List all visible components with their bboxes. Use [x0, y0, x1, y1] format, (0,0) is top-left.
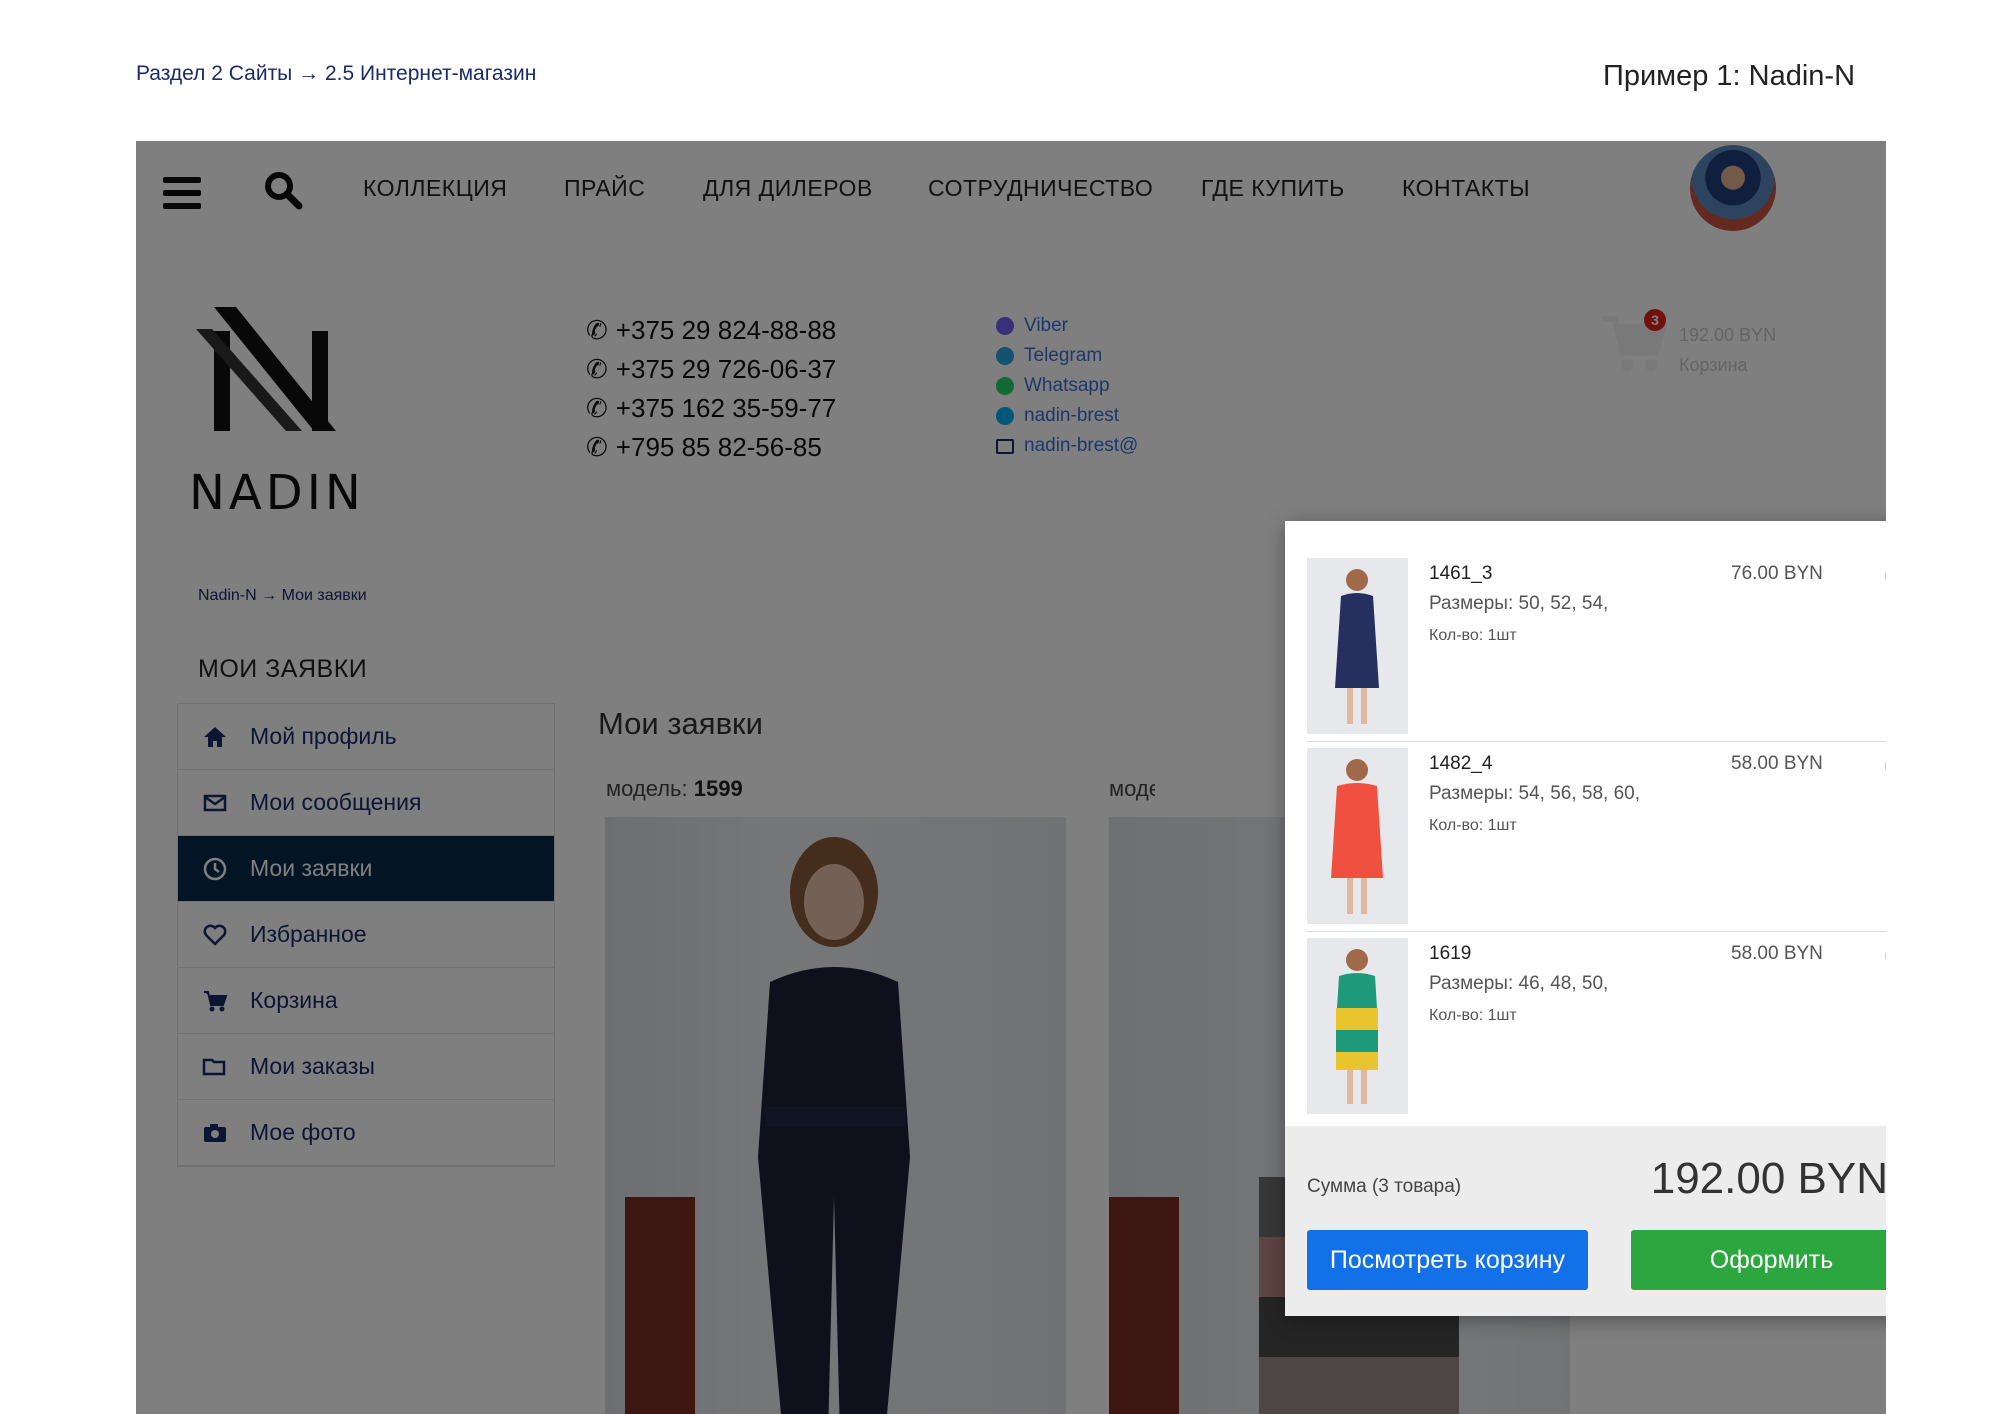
cart-dropdown: 1461_3 Размеры: 50, 52, 54, Кол-во: 1шт … [1285, 521, 1886, 1316]
product-thumbnail[interactable] [1307, 938, 1408, 1114]
cart-item-quantity: Кол-во: 1шт [1429, 817, 1517, 834]
cart-item-quantity: Кол-во: 1шт [1429, 1007, 1517, 1024]
cart-item-sizes: Размеры: 54, 56, 58, 60, [1429, 783, 1641, 804]
checkout-button[interactable]: Оформить [1631, 1230, 1886, 1290]
website-screenshot: КОЛЛЕКЦИЯ ПРАЙС ДЛЯ ДИЛЕРОВ СОТРУДНИЧЕСТ… [136, 141, 1886, 1414]
cart-item-quantity: Кол-во: 1шт [1429, 627, 1517, 644]
cart-item: 1482_4 Размеры: 54, 56, 58, 60, Кол-во: … [1307, 741, 1886, 932]
cart-item-sizes: Размеры: 46, 48, 50, [1429, 973, 1609, 994]
slide-example-title: Пример 1: Nadin-N [1603, 60, 1856, 92]
cart-total-value: 192.00 BYN [1650, 1154, 1886, 1203]
remove-item-icon[interactable]: × [1885, 753, 1886, 779]
cart-item-sizes: Размеры: 50, 52, 54, [1429, 593, 1609, 614]
cart-item-price: 58.00 BYN [1731, 753, 1823, 774]
cart-item-name[interactable]: 1482_4 [1429, 753, 1492, 775]
view-cart-button[interactable]: Посмотреть корзину [1307, 1230, 1588, 1290]
cart-item-price: 76.00 BYN [1731, 563, 1823, 584]
cart-item: 1619 Размеры: 46, 48, 50, Кол-во: 1шт 58… [1307, 931, 1886, 1121]
cart-item-price: 58.00 BYN [1731, 943, 1823, 964]
slide-section-title: Раздел 2 Сайты → 2.5 Интернет-магазин [136, 62, 537, 85]
remove-item-icon[interactable]: × [1885, 943, 1886, 969]
cart-item-name[interactable]: 1461_3 [1429, 563, 1492, 585]
product-thumbnail[interactable] [1307, 558, 1408, 734]
cart-dropdown-footer: Сумма (3 товара) 192.00 BYN Посмотреть к… [1285, 1126, 1886, 1316]
remove-item-icon[interactable]: × [1885, 563, 1886, 589]
product-thumbnail[interactable] [1307, 748, 1408, 924]
cart-item-name[interactable]: 1619 [1429, 943, 1471, 965]
cart-total-label: Сумма (3 товара) [1307, 1176, 1462, 1197]
cart-item: 1461_3 Размеры: 50, 52, 54, Кол-во: 1шт … [1307, 551, 1886, 742]
